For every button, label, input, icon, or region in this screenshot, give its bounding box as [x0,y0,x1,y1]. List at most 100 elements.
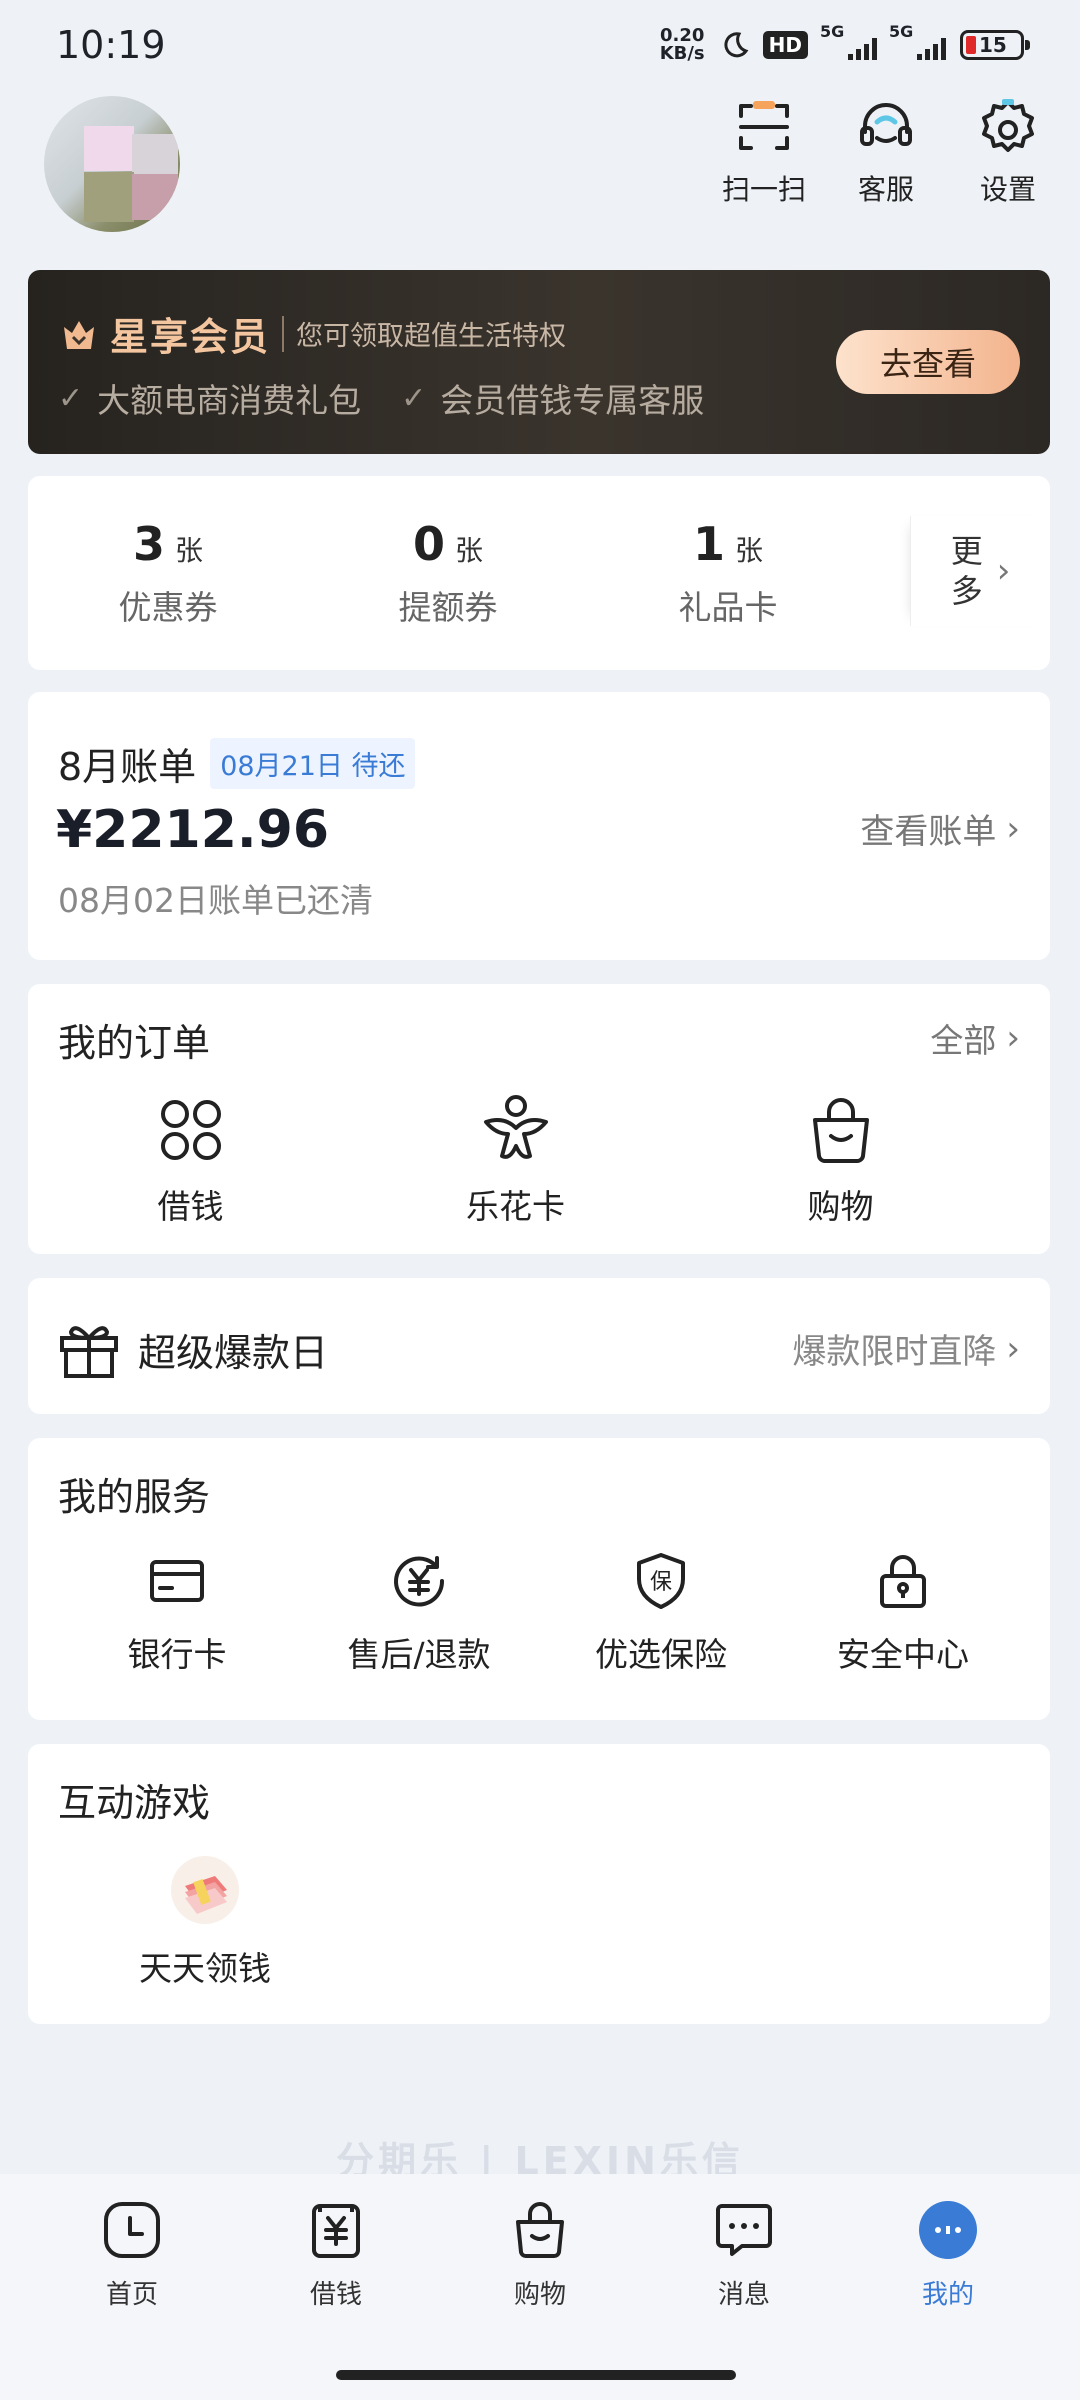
vip-membership-card[interactable]: 星享会员 您可领取超值生活特权 ✓ 大额电商消费礼包 ✓ 会员借钱专属客服 去查看 [28,270,1050,454]
profile-header: 扫一扫 客服 设置 [0,90,1080,250]
bank-card-icon [150,1560,204,1602]
home-indicator[interactable] [336,2370,736,2380]
shopping-bag-icon [516,2202,564,2258]
orders-all-link[interactable]: 全部 › [930,1014,1020,1062]
chevron-right-icon: › [1006,1018,1020,1058]
chevron-right-icon: › [1006,808,1020,849]
header-actions: 扫一扫 客服 设置 [714,96,1058,208]
view-bill-label: 查看账单 [860,812,997,852]
order-item-lehua-card[interactable]: 乐花卡 [353,1092,678,1228]
vip-perk: ✓ 会员借钱专属客服 [401,380,705,421]
signal-icon-2: 5G [889,22,946,60]
order-item-shopping[interactable]: 购物 [678,1092,1003,1228]
headset-icon [860,103,912,146]
orders-card: 我的订单 全部 › 借钱 乐花卡 购物 [28,984,1050,1254]
services-title: 我的服务 [58,1475,211,1519]
bill-card[interactable]: 8月账单 08月21日 待还 ¥2212.96 08月02日账单已还清 查看账单… [28,692,1050,960]
yuan-doc-icon [312,2204,360,2258]
service-refund[interactable]: 售后/退款 [298,1550,540,1676]
game-daily-money[interactable]: 天天领钱 [100,1856,310,1990]
order-item-loan[interactable]: 借钱 [28,1092,353,1228]
profile-dot-icon [919,2201,977,2259]
orders-row: 借钱 乐花卡 购物 [28,1092,1050,1228]
gear-icon [982,99,1034,152]
order-item-label: 购物 [807,1187,874,1226]
customer-service-label: 客服 [857,173,914,206]
lock-icon [880,1555,926,1608]
more-label: 更多 [950,532,983,610]
coupon-item-credit-raise[interactable]: 0张 提额券 [308,517,588,629]
vip-description: 您可领取超值生活特权 [296,321,567,352]
customer-service-button[interactable]: 客服 [836,96,936,208]
settings-label: 设置 [979,173,1036,206]
battery-level: 15 [979,33,1007,57]
battery-icon: 15 [960,30,1030,60]
vip-perks: ✓ 大额电商消费礼包 ✓ 会员借钱专属客服 [58,374,704,422]
moon-icon [724,32,749,58]
games-title: 互动游戏 [58,1781,211,1825]
bill-title: 8月账单 [58,745,197,789]
tab-label: 我的 [921,2280,974,2310]
coupon-label: 礼品卡 [678,588,778,627]
service-bank-card[interactable]: 银行卡 [56,1550,298,1676]
svg-text:保: 保 [650,1570,672,1595]
hd-badge: HD [762,31,808,59]
coupons-card: 3张 优惠券 0张 提额券 1张 礼品卡 更多 › [28,476,1050,670]
settings-button[interactable]: 设置 [958,96,1058,208]
coupon-label: 提额券 [398,588,498,627]
money-stack-icon [171,1856,239,1924]
order-item-label: 借钱 [157,1187,224,1226]
promo-link[interactable]: 爆款限时直降 › [792,1324,1020,1373]
signal-icon: 5G [820,22,877,60]
check-icon: ✓ [401,380,427,416]
scan-icon [739,101,789,150]
bill-amount: ¥2212.96 [56,800,330,860]
games-card: 互动游戏 天天领钱 [28,1744,1050,2024]
view-bill-link[interactable]: 查看账单 › [860,804,1020,853]
status-time: 10:19 [56,23,166,67]
services-row: 银行卡 售后/退款 保 优选保险 安全中心 [28,1550,1050,1676]
coupon-label: 优惠券 [118,588,218,627]
service-insurance[interactable]: 保 优选保险 [540,1550,782,1676]
bill-header: 8月账单 08月21日 待还 [58,736,416,791]
service-label: 安全中心 [837,1635,969,1674]
coupon-item-discount[interactable]: 3张 优惠券 [28,517,308,629]
coupon-item-gift-card[interactable]: 1张 礼品卡 [588,517,868,629]
service-label: 售后/退款 [347,1635,491,1674]
vip-name: 星享会员 [110,315,271,359]
net-speed: 0.20 KB/s [660,27,705,63]
clock-home-icon [104,2202,160,2258]
flower-card-icon [483,1095,548,1159]
service-label: 银行卡 [127,1635,227,1674]
services-card: 我的服务 银行卡 售后/退款 保 优选保险 安全中心 [28,1438,1050,1720]
tab-label: 首页 [105,2280,158,2310]
coupon-count: 1 [692,517,725,571]
coupons-more-button[interactable]: 更多 › [910,516,1050,626]
insurance-shield-icon: 保 [637,1553,685,1609]
tab-label: 借钱 [309,2280,362,2310]
status-bar: 10:19 0.20 KB/s HD 5G 5G 15 [0,0,1080,90]
game-label: 天天领钱 [139,1949,271,1988]
clover-icon [160,1100,221,1160]
scan-button[interactable]: 扫一扫 [714,96,814,208]
coupon-unit: 张 [175,534,204,567]
tab-mine[interactable]: 我的 [846,2198,1050,2400]
service-security-center[interactable]: 安全中心 [782,1550,1024,1676]
refund-icon [394,1556,445,1607]
status-icons: 0.20 KB/s HD 5G 5G 15 [660,22,1030,63]
promo-banner[interactable]: 超级爆款日 爆款限时直降 › [28,1278,1050,1414]
tab-label: 购物 [513,2280,566,2310]
vip-perk: ✓ 大额电商消费礼包 [58,380,362,421]
orders-title: 我的订单 [58,1021,211,1065]
avatar[interactable] [44,96,180,232]
coupon-count: 3 [132,517,165,571]
orders-all-label: 全部 [930,1021,997,1060]
bill-due-badge: 08月21日 待还 [210,738,416,789]
check-icon: ✓ [58,380,84,416]
vip-view-button[interactable]: 去查看 [836,330,1020,394]
tab-home[interactable]: 首页 [30,2198,234,2400]
vip-divider [282,315,285,352]
brand-watermark: 分期乐 | LEXIN乐信 [336,2139,744,2174]
promo-link-label: 爆款限时直降 [792,1332,997,1372]
vip-title-row: 星享会员 您可领取超值生活特权 [58,306,566,361]
